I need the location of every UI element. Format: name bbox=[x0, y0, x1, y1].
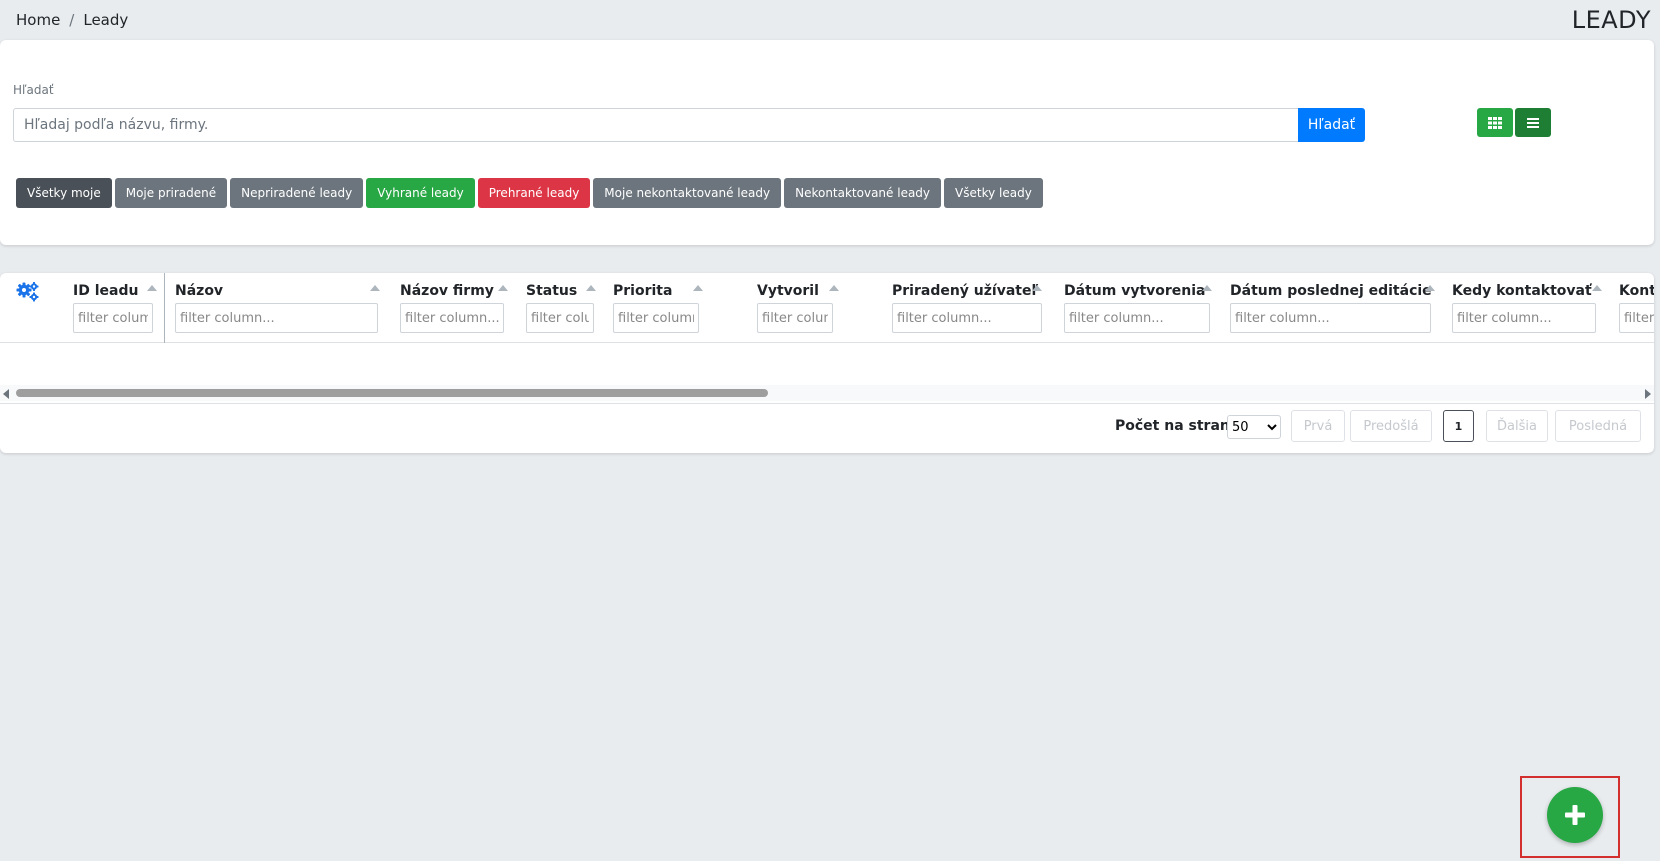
sort-icon[interactable] bbox=[1592, 285, 1602, 291]
sort-icon[interactable] bbox=[829, 285, 839, 291]
column-datum-vytvorenia[interactable]: Dátum vytvorenia bbox=[1064, 273, 1214, 343]
prev-page-button[interactable]: Predošlá bbox=[1350, 410, 1432, 442]
column-filter-input[interactable] bbox=[400, 303, 504, 333]
column-filter-input[interactable] bbox=[1452, 303, 1596, 333]
breadcrumb-current: Leady bbox=[83, 11, 129, 29]
sort-icon[interactable] bbox=[1425, 285, 1435, 291]
first-page-button[interactable]: Prvá bbox=[1291, 410, 1345, 442]
sort-icon[interactable] bbox=[147, 285, 157, 291]
per-page-label: Počet na stranu bbox=[1115, 418, 1240, 434]
filter-moje-priradene[interactable]: Moje priradené bbox=[114, 178, 228, 208]
horizontal-scrollbar[interactable] bbox=[0, 385, 1654, 401]
column-kontakt[interactable]: Kontakt bbox=[1619, 273, 1654, 343]
next-page-button[interactable]: Ďalšia bbox=[1486, 410, 1548, 442]
filter-nepriradene-leady[interactable]: Nepriradené leady bbox=[230, 178, 364, 208]
gears-icon[interactable] bbox=[16, 281, 40, 307]
column-filter-input[interactable] bbox=[613, 303, 699, 333]
column-nazov-firmy[interactable]: Názov firmy bbox=[400, 273, 510, 343]
column-filter-input[interactable] bbox=[757, 303, 833, 333]
column-title: Kedy kontaktovať bbox=[1452, 283, 1592, 299]
sort-icon[interactable] bbox=[498, 285, 508, 291]
sort-icon[interactable] bbox=[693, 285, 703, 291]
sort-icon[interactable] bbox=[1032, 285, 1042, 291]
column-filter-input[interactable] bbox=[175, 303, 378, 333]
column-nazov[interactable]: Názov bbox=[175, 273, 380, 343]
list-view-button[interactable] bbox=[1515, 108, 1551, 137]
breadcrumb-separator: / bbox=[69, 11, 75, 29]
current-page-button[interactable]: 1 bbox=[1443, 410, 1474, 442]
column-title: Priradený užívateľ bbox=[892, 283, 1039, 299]
filter-vyhrane-leady[interactable]: Vyhrané leady bbox=[366, 178, 475, 208]
last-page-button[interactable]: Posledná bbox=[1555, 410, 1641, 442]
column-id-leadu[interactable]: ID leadu bbox=[73, 273, 157, 343]
column-title: Status bbox=[526, 283, 578, 299]
column-title: Dátum vytvorenia bbox=[1064, 283, 1206, 299]
leads-table-card: ID leadu Názov Názov firmy Status Priori… bbox=[0, 273, 1654, 453]
column-title: Názov bbox=[175, 283, 224, 299]
grid-icon bbox=[1488, 116, 1502, 129]
column-filter-input[interactable] bbox=[1064, 303, 1210, 333]
sort-icon[interactable] bbox=[586, 285, 596, 291]
column-priradeny-uzivatel[interactable]: Priradený užívateľ bbox=[892, 273, 1042, 343]
pagination: Počet na stranu 50 Prvá Predošlá 1 Ďalši… bbox=[0, 410, 1654, 442]
column-divider bbox=[164, 273, 165, 343]
column-priorita[interactable]: Priorita bbox=[613, 273, 713, 343]
search-card: Hľadať Hľadať Všetky moje Moje priradené… bbox=[0, 40, 1654, 245]
list-icon bbox=[1527, 117, 1539, 128]
column-title: Kontakt bbox=[1619, 283, 1654, 299]
scroll-left-icon[interactable] bbox=[3, 389, 9, 399]
per-page-select[interactable]: 50 bbox=[1227, 415, 1281, 439]
column-vytvoril[interactable]: Vytvoril bbox=[757, 273, 857, 343]
column-title: Dátum poslednej editácie bbox=[1230, 283, 1432, 299]
plus-icon bbox=[1564, 804, 1586, 826]
search-input[interactable] bbox=[13, 108, 1298, 142]
add-lead-button[interactable] bbox=[1547, 787, 1603, 843]
sort-icon[interactable] bbox=[1202, 285, 1212, 291]
top-bar: Home / Leady LEADY bbox=[0, 0, 1660, 40]
column-title: Názov firmy bbox=[400, 283, 494, 299]
column-filter-input[interactable] bbox=[526, 303, 594, 333]
filter-nekontaktovane-leady[interactable]: Nekontaktované leady bbox=[784, 178, 942, 208]
page-title: LEADY bbox=[1571, 6, 1651, 34]
column-filter-input[interactable] bbox=[1619, 303, 1654, 333]
filter-prehrane-leady[interactable]: Prehrané leady bbox=[477, 178, 591, 208]
column-title: Vytvoril bbox=[757, 283, 819, 299]
scroll-right-icon[interactable] bbox=[1645, 389, 1651, 399]
scrollbar-thumb[interactable] bbox=[16, 389, 768, 397]
filter-moje-nekontaktovane-leady[interactable]: Moje nekontaktované leady bbox=[593, 178, 782, 208]
breadcrumb: Home / Leady bbox=[16, 11, 128, 29]
filter-vsetky-leady[interactable]: Všetky leady bbox=[944, 178, 1043, 208]
lead-filter-group: Všetky moje Moje priradené Nepriradené l… bbox=[16, 178, 1043, 208]
sort-icon[interactable] bbox=[370, 285, 380, 291]
column-title: Priorita bbox=[613, 283, 673, 299]
column-filter-input[interactable] bbox=[892, 303, 1042, 333]
column-kedy-kontaktovat[interactable]: Kedy kontaktovať bbox=[1452, 273, 1602, 343]
breadcrumb-home[interactable]: Home bbox=[16, 11, 60, 29]
grid-view-button[interactable] bbox=[1477, 108, 1513, 137]
column-filter-input[interactable] bbox=[1230, 303, 1431, 333]
search-button[interactable]: Hľadať bbox=[1298, 108, 1365, 142]
column-datum-poslednej-editacie[interactable]: Dátum poslednej editácie bbox=[1230, 273, 1435, 343]
column-status[interactable]: Status bbox=[526, 273, 601, 343]
column-title: ID leadu bbox=[73, 283, 139, 299]
table-header: ID leadu Názov Názov firmy Status Priori… bbox=[0, 273, 1654, 343]
filter-vsetky-moje[interactable]: Všetky moje bbox=[16, 178, 112, 208]
column-filter-input[interactable] bbox=[73, 303, 153, 333]
search-label: Hľadať bbox=[13, 83, 54, 97]
divider bbox=[0, 403, 1654, 404]
